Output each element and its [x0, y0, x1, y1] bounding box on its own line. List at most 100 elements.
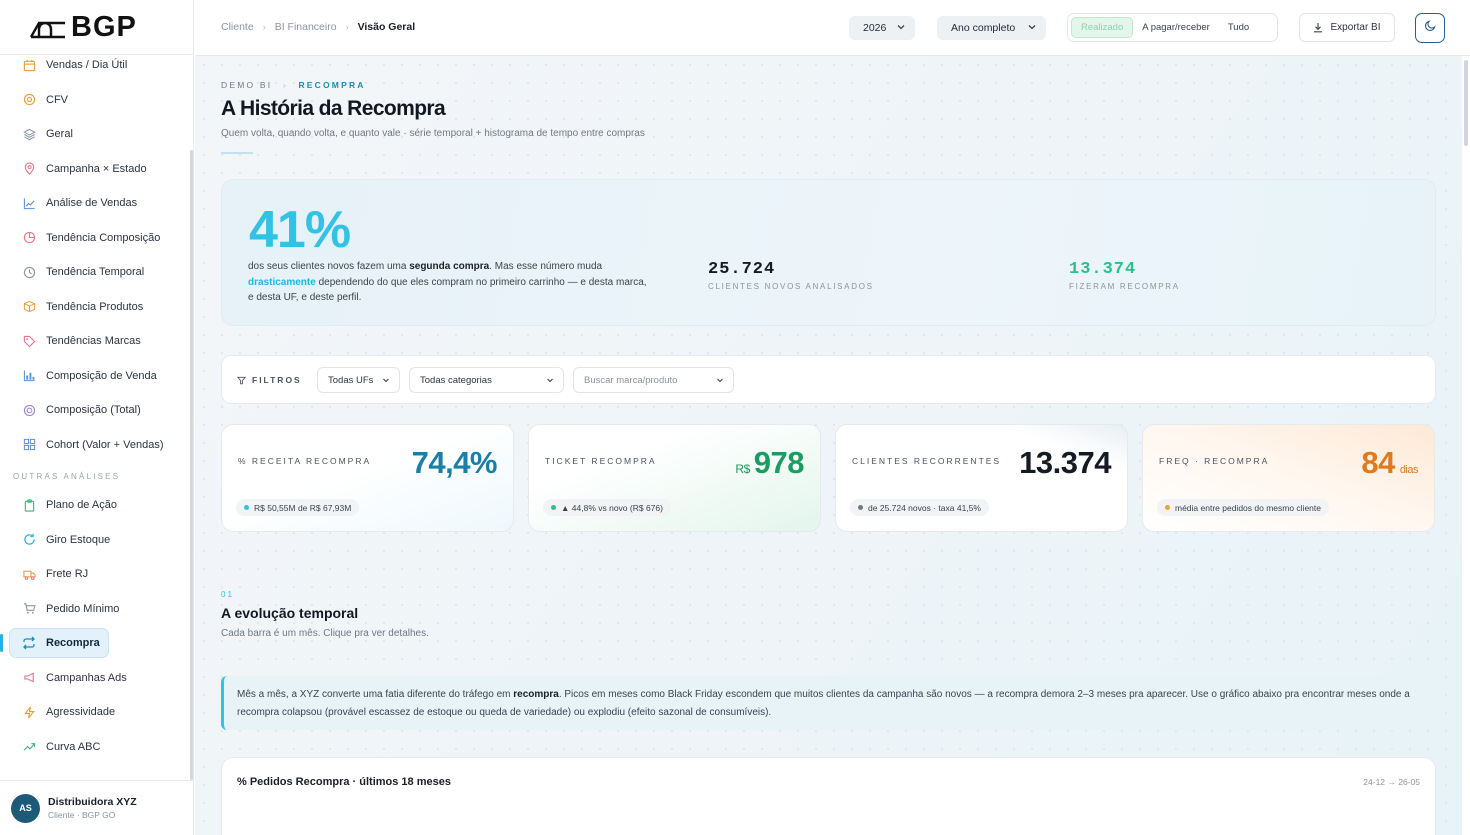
hero-card: 41% dos seus clientes novos fazem uma se…: [221, 179, 1436, 326]
sidebar-item-label: Tendência Produtos: [46, 300, 144, 313]
status-dot: [1165, 505, 1170, 510]
sidebar-item-plano-acao[interactable]: Plano de Ação: [0, 488, 191, 523]
clipboard-icon: [21, 497, 37, 513]
kpi-unit: R$: [735, 462, 750, 476]
sidebar-item-label: Giro Estoque: [46, 533, 111, 546]
sidebar-item-geral[interactable]: Geral: [0, 117, 191, 152]
sidebar-item-tendencia-temporal[interactable]: Tendência Temporal: [0, 255, 191, 290]
sidebar-item-composicao-venda[interactable]: Composição de Venda: [0, 359, 191, 394]
sidebar-item-label: Vendas / Dia Útil: [46, 59, 128, 72]
sidebar-scrollbar[interactable]: [190, 150, 193, 780]
chevron-down-icon: [382, 376, 390, 388]
sidebar-item-label: Campanhas Ads: [46, 671, 127, 684]
kpi-value: 84 dias: [1361, 445, 1418, 481]
tag-icon: [21, 333, 37, 349]
sidebar-item-vendas-dia-util[interactable]: Vendas / Dia Útil: [0, 48, 191, 83]
kpi-ticket-recompra[interactable]: TICKET RECOMPRA R$ 978 ▲ 44,8% vs novo (R…: [528, 424, 821, 532]
breadcrumb-separator-icon: ›: [345, 22, 349, 32]
page-eyebrow: DEMO BI › RECOMPRA: [221, 80, 366, 90]
sidebar-item-cfv[interactable]: CFV: [0, 83, 191, 118]
sidebar-item-label: CFV: [46, 93, 68, 106]
sidebar-item-giro-estoque[interactable]: Giro Estoque: [0, 523, 191, 558]
sidebar-item-composicao-total[interactable]: Composição (Total): [0, 393, 191, 428]
status-dot: [244, 505, 249, 510]
sidebar-item-agressividade[interactable]: Agressividade: [0, 695, 191, 730]
active-indicator: [0, 634, 3, 652]
sidebar-item-label: Análise de Vendas: [46, 197, 138, 210]
kpi-receita-recompra[interactable]: % RECEITA RECOMPRA 74,4% R$ 50,55M de R$…: [221, 424, 514, 532]
sidebar-item-tendencias-marcas[interactable]: Tendências Marcas: [0, 324, 191, 359]
eyebrow-recompra: RECOMPRA: [298, 80, 366, 90]
export-bi-button[interactable]: Exportar BI: [1299, 13, 1395, 42]
logo[interactable]: BGP: [0, 0, 193, 55]
chart-card-pedidos-recompra: % Pedidos Recompra · últimos 18 meses 24…: [221, 757, 1436, 835]
grid-icon: [21, 437, 37, 453]
sidebar-item-tendencia-composicao[interactable]: Tendência Composição: [0, 221, 191, 256]
sidebar-item-label: Campanha × Estado: [46, 162, 147, 175]
user-profile[interactable]: AS Distribuidora XYZ Cliente · BGP GO: [0, 780, 194, 835]
sidebar-item-recompra[interactable]: Recompra: [0, 626, 191, 661]
theme-toggle-button[interactable]: [1415, 13, 1445, 43]
segment-realizado[interactable]: Realizado: [1071, 17, 1134, 38]
sidebar-item-label: Cohort (Valor + Vendas): [46, 438, 164, 451]
breadcrumb-item-cliente[interactable]: Cliente: [221, 21, 254, 33]
eyebrow-demo-bi: DEMO BI: [221, 80, 273, 90]
sidebar-item-cohort[interactable]: Cohort (Valor + Vendas): [0, 428, 191, 463]
sidebar-item-campanhas-ads[interactable]: Campanhas Ads: [0, 661, 191, 696]
kpi-freq-recompra[interactable]: FREQ · RECOMPRA 84 dias média entre pedid…: [1142, 424, 1435, 532]
sidebar-item-label: Composição (Total): [46, 404, 141, 417]
main-scrollbar[interactable]: [1464, 60, 1468, 146]
search-placeholder: Buscar marca/produto: [584, 374, 678, 386]
chart-date-range: 24-12 → 26-05: [1363, 777, 1420, 787]
sidebar-item-frete-rj[interactable]: Frete RJ: [0, 557, 191, 592]
truck-icon: [21, 566, 37, 582]
kpi-value-number: 84: [1361, 445, 1395, 480]
kpi-chip-text: de 25.724 novos · taxa 41,5%: [868, 502, 981, 513]
sidebar-item-analise-vendas[interactable]: Análise de Vendas: [0, 186, 191, 221]
sidebar-item-tendencia-produtos[interactable]: Tendência Produtos: [0, 290, 191, 325]
category-select[interactable]: Todas categorias: [409, 367, 564, 393]
brand-product-search[interactable]: Buscar marca/produto: [573, 367, 734, 393]
breadcrumb: Cliente › BI Financeiro › Visão Geral: [221, 21, 415, 33]
segment-a-pagar-receber[interactable]: A pagar/receber: [1133, 17, 1219, 38]
kpi-suffix: dias: [1399, 464, 1419, 476]
status-dot: [858, 505, 863, 510]
title-underline: [221, 152, 253, 154]
kpi-chip-text: R$ 50,55M de R$ 67,93M: [254, 502, 352, 513]
sidebar-section-outras-analises: OUTRAS ANÁLISES: [13, 471, 121, 481]
year-select[interactable]: 2026: [849, 16, 915, 40]
insight-callout: Mês a mês, a XYZ converte uma fatia dife…: [221, 676, 1436, 730]
logo-text: BGP: [71, 10, 137, 43]
callout-text: Mês a mês, a XYZ converte uma fatia dife…: [237, 689, 514, 700]
hero-stat-recompra: 13.374 FIZERAM RECOMPRA: [1069, 260, 1180, 291]
avatar: AS: [11, 793, 40, 823]
bgp-logo-icon: [29, 21, 65, 39]
bolt-icon: [21, 704, 37, 720]
segment-tudo[interactable]: Tudo: [1219, 17, 1258, 38]
sidebar-item-curva-abc[interactable]: Curva ABC: [0, 730, 191, 765]
kpi-label: % RECEITA RECOMPRA: [238, 456, 372, 466]
period-select-value: Ano completo: [951, 22, 1016, 34]
sidebar-item-label: Tendência Temporal: [46, 266, 145, 279]
layers-icon: [21, 126, 37, 142]
user-name: Distribuidora XYZ: [48, 796, 137, 808]
bar-chart-icon: [21, 368, 37, 384]
sidebar-item-label: Pedido Mínimo: [46, 602, 120, 615]
kpi-clientes-recorrentes[interactable]: CLIENTES RECORRENTES 13.374 de 25.724 no…: [835, 424, 1128, 532]
uf-select[interactable]: Todas UFs: [317, 367, 400, 393]
breadcrumb-item-bi-financeiro[interactable]: BI Financeiro: [275, 21, 337, 33]
year-select-value: 2026: [863, 22, 887, 34]
hero-text-bold: segunda compra: [409, 261, 490, 272]
hero-stat-value: 13.374: [1069, 260, 1137, 279]
line-chart-icon: [21, 195, 37, 211]
hero-text-accent: drasticamente: [248, 276, 316, 288]
chevron-down-icon: [896, 21, 906, 36]
period-select[interactable]: Ano completo: [937, 16, 1046, 40]
sidebar-item-pedido-minimo[interactable]: Pedido Mínimo: [0, 592, 191, 627]
sidebar-item-label: Plano de Ação: [46, 499, 117, 512]
callout-bold: recompra: [513, 689, 559, 700]
sidebar-item-campanha-estado[interactable]: Campanha × Estado: [0, 152, 191, 187]
status-dot: [551, 505, 556, 510]
eyebrow-separator: ›: [282, 80, 288, 90]
kpi-chip: de 25.724 novos · taxa 41,5%: [850, 499, 989, 516]
